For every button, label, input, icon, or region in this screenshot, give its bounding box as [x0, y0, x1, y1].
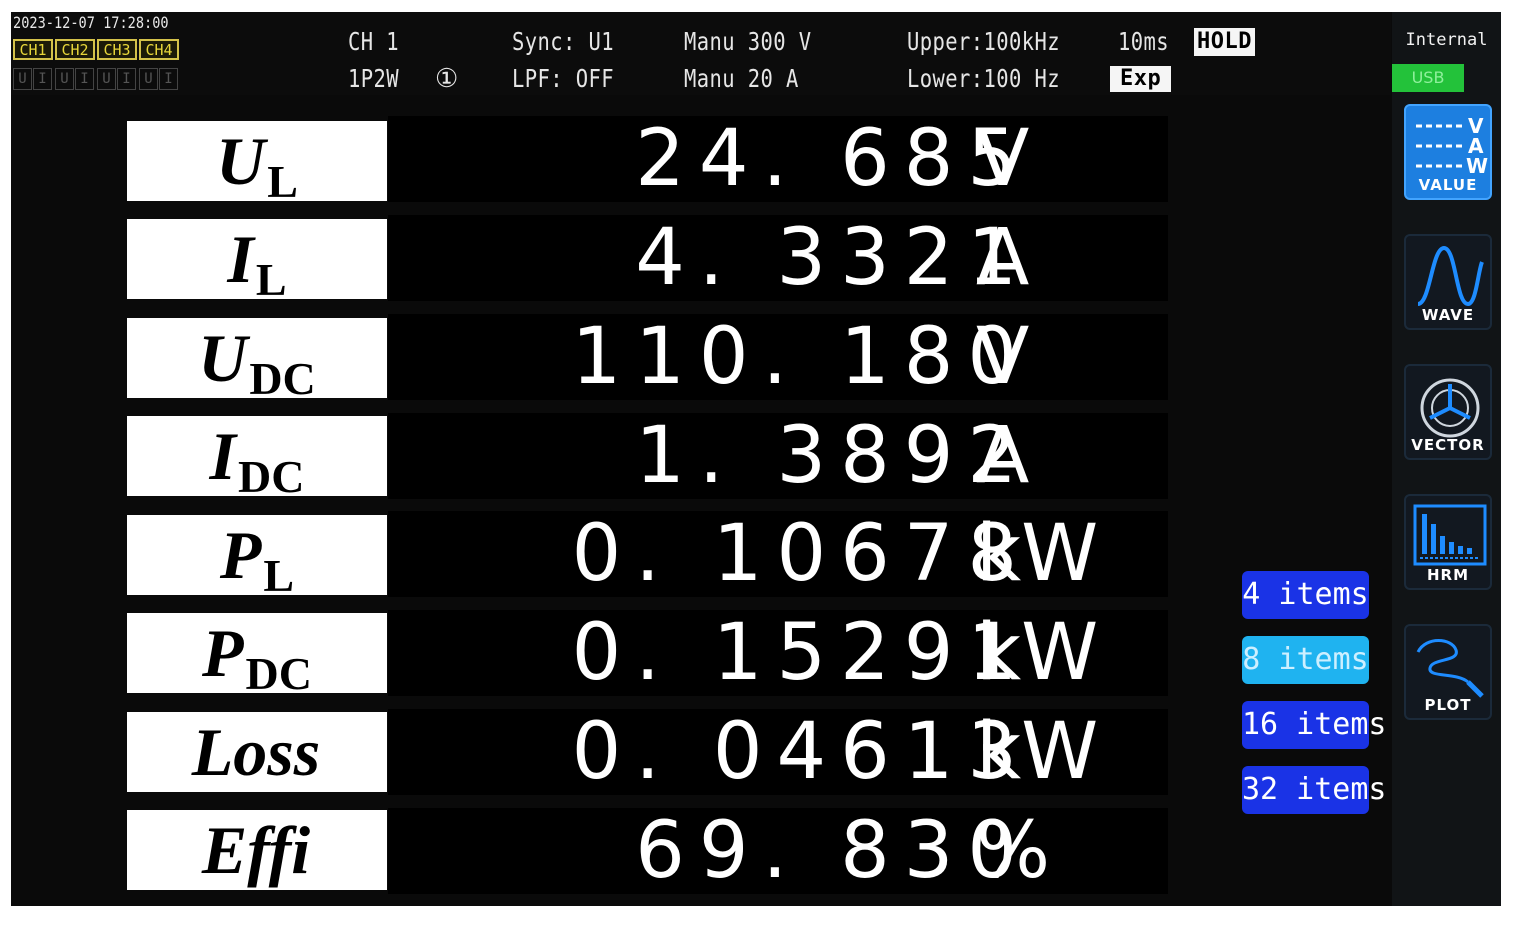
- items-8-button[interactable]: 8 items: [1242, 636, 1369, 684]
- lower-frequency-limit: Lower:100 Hz: [907, 64, 1061, 93]
- status-header: 2023-12-07 17:28:00 CH1 CH2 CH3 CH4 U I …: [11, 12, 1391, 95]
- measurement-unit: kW: [976, 608, 1099, 698]
- measurement-unit: kW: [976, 707, 1099, 797]
- storage-source-label: Internal: [1405, 30, 1488, 50]
- voltage-mode-indicator: U: [13, 68, 32, 90]
- channel-tabs: CH1 CH2 CH3 CH4: [13, 39, 179, 60]
- hrm-screen-button[interactable]: HRM: [1404, 494, 1492, 590]
- wiring-number-badge: ①: [435, 64, 459, 94]
- channel-1-modes: U I: [13, 68, 53, 90]
- measurement-unit: A: [976, 213, 1030, 303]
- measurement-value: 4. 3321: [635, 213, 1031, 303]
- vector-screen-label: VECTOR: [1411, 436, 1485, 454]
- measurement-label: Effi: [127, 810, 387, 890]
- measurement-value: 1. 3892: [635, 411, 1031, 501]
- upper-frequency-limit: Upper:100kHz: [907, 27, 1061, 56]
- channel-tab-3[interactable]: CH3: [97, 39, 137, 60]
- channel-mode-indicators: U I U I U I U I: [13, 68, 179, 90]
- current-mode-indicator: I: [159, 68, 178, 90]
- wiring-mode: 1P2W: [348, 64, 400, 93]
- value-screen-button[interactable]: V A W VALUE: [1404, 104, 1492, 200]
- measurement-unit: A: [976, 411, 1030, 501]
- measurement-label: PL: [127, 515, 387, 601]
- measurement-value: 0. 04613: [571, 707, 1031, 797]
- items-32-button[interactable]: 32 items: [1242, 766, 1387, 814]
- channel-tab-2[interactable]: CH2: [55, 39, 95, 60]
- datetime-display: 2023-12-07 17:28:00: [13, 13, 169, 32]
- wave-screen-label: WAVE: [1421, 306, 1475, 324]
- current-mode-indicator: I: [117, 68, 136, 90]
- value-icon-letter: W: [1466, 154, 1488, 178]
- sync-source: Sync: U1: [512, 27, 615, 56]
- plot-icon: [1416, 639, 1484, 698]
- exp-status-badge: Exp: [1110, 66, 1172, 92]
- measurement-value: 24. 685: [635, 114, 1031, 204]
- measurement-value: 0. 15291: [571, 608, 1031, 698]
- items-4-button[interactable]: 4 items: [1242, 571, 1369, 619]
- channel-2-modes: U I: [55, 68, 95, 90]
- measurement-unit: V: [976, 312, 1030, 402]
- meter-screen: 2023-12-07 17:28:00 CH1 CH2 CH3 CH4 U I …: [11, 12, 1501, 906]
- plot-screen-button[interactable]: PLOT: [1404, 624, 1492, 720]
- wave-icon: [1417, 245, 1484, 307]
- channel-tab-1[interactable]: CH1: [13, 39, 53, 60]
- channel-3-modes: U I: [97, 68, 137, 90]
- current-range: Manu 20 A: [684, 64, 799, 93]
- voltage-mode-indicator: U: [97, 68, 116, 90]
- vector-screen-button[interactable]: VECTOR: [1404, 364, 1492, 460]
- channel-tab-4[interactable]: CH4: [139, 39, 179, 60]
- measurement-label: Loss: [127, 712, 387, 792]
- voltage-mode-indicator: U: [139, 68, 158, 90]
- measurement-value: 110. 180: [571, 312, 1031, 402]
- items-16-button[interactable]: 16 items: [1242, 701, 1387, 749]
- voltage-mode-indicator: U: [55, 68, 74, 90]
- measurement-label: P DC: [127, 613, 387, 699]
- measurement-value: 0. 10678: [571, 509, 1031, 599]
- data-update-period: 10ms: [1118, 27, 1170, 56]
- plot-screen-label: PLOT: [1424, 696, 1472, 714]
- hrm-screen-label: HRM: [1426, 566, 1470, 584]
- measurement-unit: kW: [976, 509, 1099, 599]
- value-icon: V A W: [1416, 114, 1488, 178]
- hold-status-badge: HOLD: [1194, 28, 1255, 56]
- usb-status-bar: USB: [1392, 64, 1464, 92]
- lpf-setting: LPF: OFF: [512, 64, 615, 93]
- measurement-unit: %: [976, 806, 1051, 896]
- vector-icon: [1420, 378, 1480, 438]
- hrm-icon: [1413, 504, 1487, 566]
- measurement-label: UL: [127, 121, 387, 207]
- current-mode-indicator: I: [75, 68, 94, 90]
- channel-label: CH 1: [348, 27, 400, 56]
- value-screen-label: VALUE: [1418, 176, 1478, 194]
- measurement-label: IL: [127, 219, 387, 305]
- wave-screen-button[interactable]: WAVE: [1404, 234, 1492, 330]
- measurement-label: I DC: [127, 416, 387, 502]
- channel-4-modes: U I: [139, 68, 179, 90]
- measurement-unit: V: [976, 114, 1030, 204]
- screen-mode-sidebar: Internal USB V A W VALUE WAVE VECTOR HRM…: [1392, 12, 1501, 906]
- measurement-label: U DC: [127, 318, 387, 404]
- current-mode-indicator: I: [33, 68, 52, 90]
- measurement-value: 69. 830: [635, 806, 1031, 896]
- voltage-range: Manu 300 V: [684, 27, 812, 56]
